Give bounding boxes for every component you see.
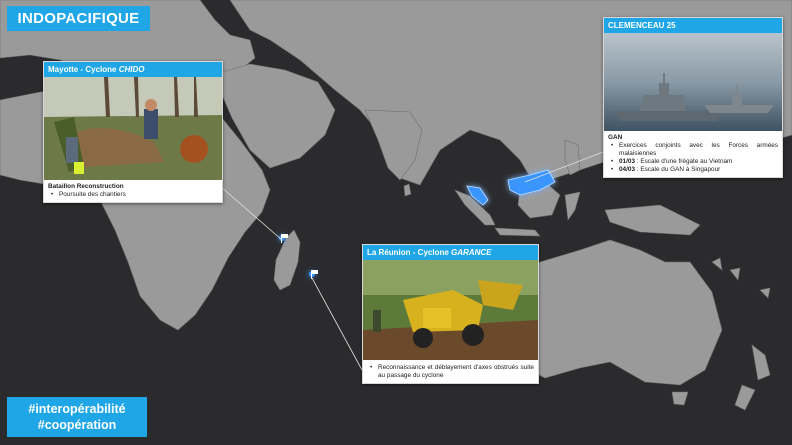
mayotte-card-header: Mayotte - Cyclone CHIDO bbox=[44, 62, 222, 77]
reunion-header-cyclone: GARANCE bbox=[451, 248, 492, 257]
clemenceau-bullet: 04/03 : Escale du GAN à Singapour bbox=[611, 166, 778, 174]
reunion-bullet-list: Reconnaissance et déblayement d'axes obs… bbox=[367, 364, 534, 380]
reunion-card-body: Reconnaissance et déblayement d'axes obs… bbox=[363, 360, 538, 383]
hashtag-interoperabilite: #interopérabilité bbox=[28, 402, 126, 416]
clemenceau-photo bbox=[604, 33, 782, 131]
reunion-card: La Réunion - Cyclone GARANCE Reconnaissa… bbox=[362, 244, 539, 384]
hashtags-badge: #interopérabilité #coopération bbox=[7, 397, 147, 437]
reunion-card-header: La Réunion - Cyclone GARANCE bbox=[363, 245, 538, 260]
mayotte-card: Mayotte - Cyclone CHIDO Bataillon Recons… bbox=[43, 61, 223, 203]
mayotte-header-cyclone: CHIDO bbox=[118, 65, 145, 74]
clemenceau-card-body: GAN Exercices conjoints avec les Forces … bbox=[604, 131, 782, 177]
clemenceau-card: CLEMENCEAU 25 GAN Exercices conjoints av… bbox=[603, 17, 783, 178]
mayotte-bullet: Poursuite des chantiers bbox=[51, 191, 218, 199]
mayotte-header-prefix: Mayotte - Cyclone bbox=[48, 65, 119, 74]
clemenceau-card-header: CLEMENCEAU 25 bbox=[604, 18, 782, 33]
page-title: INDOPACIFIQUE bbox=[7, 6, 150, 31]
clemenceau-section-title: GAN bbox=[608, 134, 623, 141]
reunion-header-prefix: La Réunion - Cyclone bbox=[367, 248, 452, 257]
hashtag-cooperation: #coopération bbox=[37, 418, 117, 432]
reunion-bullet: Reconnaissance et déblayement d'axes obs… bbox=[370, 364, 534, 380]
reunion-photo bbox=[363, 260, 538, 360]
mayotte-card-body: Bataillon Reconstruction Poursuite des c… bbox=[44, 180, 222, 202]
clemenceau-bullet-list: Exercices conjoints avec les Forces armé… bbox=[608, 142, 778, 174]
clemenceau-bullet: Exercices conjoints avec les Forces armé… bbox=[611, 142, 778, 158]
mayotte-photo bbox=[44, 77, 222, 180]
mayotte-section-title: Bataillon Reconstruction bbox=[48, 183, 124, 190]
clemenceau-bullet: 01/03 : Escale d'une frégate au Vietnam bbox=[611, 158, 778, 166]
mayotte-bullet-list: Poursuite des chantiers bbox=[48, 191, 218, 199]
